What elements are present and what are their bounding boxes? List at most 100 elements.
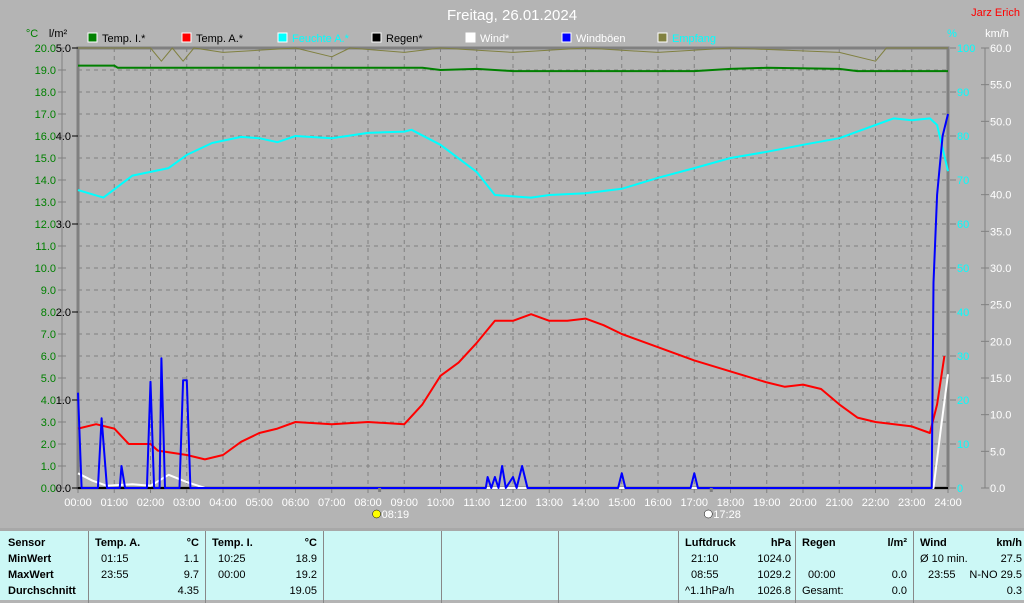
col-temp-a: Temp. A. °C 01:15 1.1 23:55 9.7 4.35 <box>88 531 205 603</box>
humidity-tick-label: 20 <box>957 395 969 407</box>
temp-tick-label: 6.0 <box>41 351 56 363</box>
wind-tick-label: 20.0 <box>990 336 1011 348</box>
legend-label: Temp. I.* <box>102 33 146 45</box>
wind-tick-label: 5.0 <box>990 446 1005 458</box>
x-tick-label: 18:00 <box>717 497 745 509</box>
temp-tick-label: 14.0 <box>35 175 56 187</box>
unit: °C <box>304 537 317 549</box>
temp-tick-label: 8.0 <box>41 307 56 319</box>
unit: km/h <box>996 537 1022 549</box>
mean-value: 0.3 <box>1006 585 1022 597</box>
legend-swatch <box>561 32 572 43</box>
sunset-time-label: 17:28 <box>713 509 741 521</box>
temp-tick-label: 13.0 <box>35 197 56 209</box>
wind-tick-label: 55.0 <box>990 80 1011 92</box>
humidity-tick-label: 10 <box>957 439 969 451</box>
avg-value: 27.5 <box>1000 553 1022 565</box>
humidity-axis-label: % <box>947 28 957 40</box>
x-tick-label: 03:00 <box>173 497 201 509</box>
sunset-icon <box>704 509 713 519</box>
rain-axis-label: l/m² <box>49 28 68 40</box>
x-tick-label: 02:00 <box>137 497 165 509</box>
series-line-temp-a <box>77 313 946 461</box>
trend: ^1.1hPa/h <box>685 585 735 597</box>
humidity-tick-label: 0 <box>957 483 963 495</box>
header: Luftdruck <box>685 537 736 549</box>
unit: °C <box>186 537 199 549</box>
humidity-tick-label: 70 <box>957 175 969 187</box>
x-tick-label: 04:00 <box>209 497 237 509</box>
header: Wind <box>920 537 947 549</box>
wind-tick-label: 60.0 <box>990 43 1011 55</box>
wind-tick-label: 10.0 <box>990 410 1011 422</box>
stats-table: Sensor MinWert MaxWert Durchschnitt Temp… <box>0 528 1024 603</box>
x-tick-label: 20:00 <box>789 497 817 509</box>
legend-label: Empfang <box>672 33 716 45</box>
x-tick-label: 05:00 <box>245 497 273 509</box>
temp-tick-label: 0.0 <box>41 483 56 495</box>
x-tick-label: 01:00 <box>100 497 128 509</box>
max-value: 1029.2 <box>757 569 791 581</box>
legend-swatch <box>657 32 668 43</box>
legend-label: Windböen <box>576 33 626 45</box>
unit: hPa <box>770 537 791 549</box>
x-tick-label: 15:00 <box>608 497 636 509</box>
x-tick-label: 00:00 <box>64 497 92 509</box>
wind-tick-label: 25.0 <box>990 300 1011 312</box>
legend-swatch <box>87 32 98 43</box>
x-tick-label: 08:00 <box>354 497 382 509</box>
rain-tick-label: 4.0 <box>56 131 71 143</box>
col-wind: Wind km/h Ø 10 min. 27.5 23:55 N-NO 29.5… <box>913 531 1024 603</box>
x-tick-label: 21:00 <box>825 497 853 509</box>
temp-tick-label: 19.0 <box>35 65 56 77</box>
col-empty-1 <box>323 531 441 603</box>
wind-tick-label: 15.0 <box>990 373 1011 385</box>
header: Temp. I. <box>212 537 253 549</box>
avg-label: Ø 10 min. <box>920 553 968 565</box>
min-value: 1.1 <box>183 553 199 565</box>
temp-tick-label: 4.0 <box>41 395 56 407</box>
unit: l/m² <box>887 537 907 549</box>
x-tick-label: 23:00 <box>898 497 926 509</box>
wind-tick-label: 50.0 <box>990 116 1011 128</box>
wind-tick-label: 40.0 <box>990 190 1011 202</box>
wind-tick-label: 30.0 <box>990 263 1011 275</box>
temp-tick-label: 17.0 <box>35 109 56 121</box>
min-value: 18.9 <box>295 553 317 565</box>
legend-label: Feuchte A.* <box>292 33 350 45</box>
min-time: 21:10 <box>691 553 719 565</box>
x-tick-label: 07:00 <box>318 497 346 509</box>
max-value: N-NO 29.5 <box>969 569 1022 581</box>
temp-tick-label: 11.0 <box>35 241 56 253</box>
legend-swatch <box>181 32 192 43</box>
legend-label: Wind* <box>480 33 510 45</box>
rain-tick-label: 5.0 <box>56 43 71 55</box>
chart-title: Freitag, 26.01.2024 <box>447 7 577 24</box>
author-label: Jarz Erich <box>971 7 1020 19</box>
temp-tick-label: 15.0 <box>35 153 56 165</box>
sunrise-time-label: 08:19 <box>382 509 410 521</box>
temp-tick-label: 5.0 <box>41 373 56 385</box>
humidity-tick-label: 50 <box>957 263 969 275</box>
row-label-min: MinWert <box>8 553 52 565</box>
rain-tick-label: 0.0 <box>56 483 71 495</box>
max-value: 19.2 <box>295 569 317 581</box>
total-value: 0.0 <box>891 585 907 597</box>
legend-swatch <box>277 32 288 43</box>
temp-tick-label: 16.0 <box>35 131 56 143</box>
min-time: 01:15 <box>101 553 129 565</box>
rain-tick-label: 3.0 <box>56 219 71 231</box>
col-empty-2 <box>441 531 558 603</box>
x-tick-label: 17:00 <box>680 497 708 509</box>
weather-chart: Freitag, 26.01.2024 Jarz Erich 0.01.02.0… <box>26 7 1020 521</box>
wind-tick-label: 0.0 <box>990 483 1005 495</box>
min-time: 10:25 <box>218 553 246 565</box>
wind-axis-label: km/h <box>985 28 1009 40</box>
wind-tick-label: 35.0 <box>990 226 1011 238</box>
temp-tick-label: 2.0 <box>41 439 56 451</box>
max-time: 23:55 <box>101 569 129 581</box>
x-tick-label: 11:00 <box>463 497 490 509</box>
legend-label: Regen* <box>386 33 423 45</box>
max-time: 23:55 <box>928 569 956 581</box>
max-value: 9.7 <box>183 569 199 581</box>
